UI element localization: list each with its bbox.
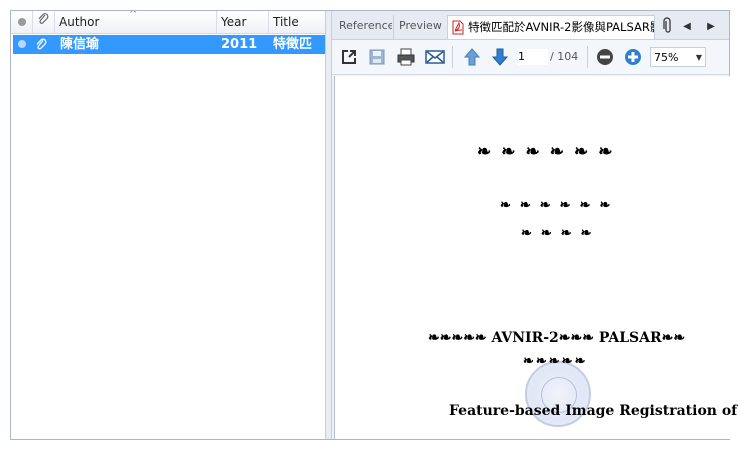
document-title-english: Feature-based Image Registration of <box>449 403 738 419</box>
document-heading-line: ❧❧❧❧❧❧ <box>500 198 620 213</box>
zoom-in-icon <box>625 49 641 65</box>
tab-scroll-left-icon[interactable]: ◀ <box>676 15 698 37</box>
column-header-author[interactable]: Author ^ <box>55 11 217 33</box>
zoom-out-icon <box>597 49 613 65</box>
chevron-down-icon: ▼ <box>695 53 702 62</box>
document-title-cjk: ❧❧❧❧❧ AVNIR-2❧❧❧ PALSAR❧❧ <box>428 330 686 346</box>
zoom-in-button[interactable] <box>622 46 644 68</box>
pane-splitter[interactable] <box>325 11 332 439</box>
open-external-button[interactable] <box>338 46 360 68</box>
pdf-toolbar: 1 / 104 75% ▼ <box>332 40 729 75</box>
zoom-out-button[interactable] <box>594 46 616 68</box>
next-page-button[interactable] <box>489 46 511 68</box>
document-title-cjk: ❧❧❧❧❧ <box>523 354 588 369</box>
toolbar-separator <box>587 46 588 68</box>
paperclip-icon <box>663 17 671 33</box>
tab-document-label: 特徵匹配於AVNIR-2影像與PALSAR影 <box>468 20 655 34</box>
column-header-year-label: Year <box>221 15 247 29</box>
document-heading-line: ❧❧❧❧ <box>521 226 601 241</box>
paperclip-icon <box>36 38 47 50</box>
print-icon <box>397 48 415 66</box>
page-total: / 104 <box>550 50 579 63</box>
preview-tabs: Reference Preview 特徵匹配於AVNIR-2影像與PALSAR影… <box>332 11 729 40</box>
year-cell: 2011 <box>221 37 258 52</box>
column-header-attachment[interactable] <box>33 11 55 33</box>
page-number-input[interactable]: 1 <box>518 49 548 65</box>
tab-reference[interactable]: Reference <box>334 15 392 39</box>
column-header-author-label: Author <box>59 15 100 29</box>
print-button[interactable] <box>395 46 417 68</box>
reference-list-header: Author ^ Year Title <box>11 11 325 34</box>
tab-preview[interactable]: Preview <box>393 15 447 39</box>
attachment-cell <box>35 35 53 54</box>
email-icon <box>425 50 445 64</box>
previous-page-button[interactable] <box>461 46 483 68</box>
email-button[interactable] <box>424 46 446 68</box>
column-header-read-status[interactable] <box>11 11 33 33</box>
save-button[interactable] <box>366 46 388 68</box>
preview-pane: Reference Preview 特徵匹配於AVNIR-2影像與PALSAR影… <box>332 11 737 439</box>
author-cell: 陳信瑜 <box>60 37 100 52</box>
column-header-title[interactable]: Title <box>269 11 325 33</box>
sort-ascending-icon: ^ <box>129 11 138 20</box>
arrow-down-icon <box>492 48 508 66</box>
document-heading-line: ❧❧❧❧❧❧ <box>477 142 623 162</box>
pdf-page-view[interactable]: ❧❧❧❧❧❧ ❧❧❧❧❧❧ ❧❧❧❧ ❧❧❧❧❧ AVNIR-2❧❧❧ PALS… <box>334 76 737 439</box>
open-external-icon <box>342 50 356 64</box>
zoom-select[interactable]: 75% ▼ <box>650 47 706 67</box>
paperclip-icon <box>38 13 49 24</box>
tab-scroll-right-icon[interactable]: ▶ <box>700 15 722 37</box>
title-cell: 特徵匹 <box>273 37 313 52</box>
column-header-title-label: Title <box>273 15 299 29</box>
reference-manager-window: Author ^ Year Title 陳信瑜 2011 特徵匹 Referen… <box>10 10 737 440</box>
table-row[interactable]: 陳信瑜 2011 特徵匹 <box>13 35 325 54</box>
pdf-icon <box>452 20 464 35</box>
zoom-value: 75% <box>654 51 679 64</box>
save-icon <box>369 49 385 65</box>
read-status-cell <box>18 35 32 54</box>
reference-list-pane: Author ^ Year Title 陳信瑜 2011 特徵匹 <box>11 11 325 439</box>
read-dot-icon <box>18 40 26 48</box>
toolbar-separator <box>452 46 453 68</box>
tab-document[interactable]: 特徵匹配於AVNIR-2影像與PALSAR影 <box>447 15 655 39</box>
read-status-icon <box>18 18 26 26</box>
arrow-up-icon <box>464 48 480 66</box>
column-header-year[interactable]: Year <box>217 11 269 33</box>
